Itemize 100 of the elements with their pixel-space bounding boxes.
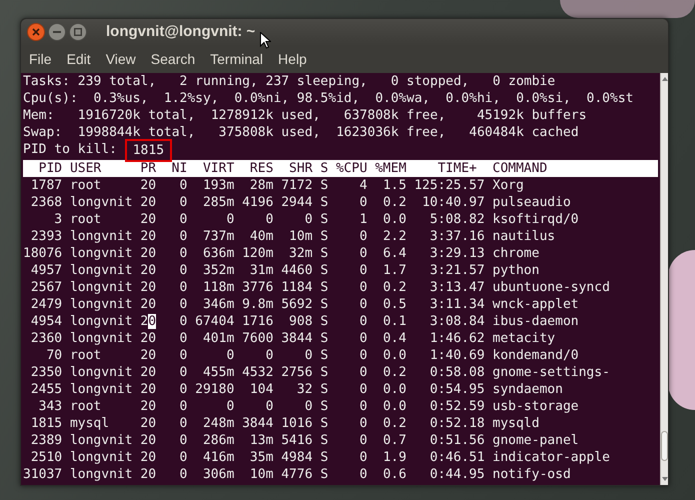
table-cell-text: S	[319, 177, 328, 194]
table-cell-text: 0:44.95	[428, 466, 485, 483]
table-cell-text: 416m	[202, 449, 234, 466]
column-header: RES	[248, 160, 274, 177]
table-cell-text: 0	[225, 398, 234, 415]
maximize-icon	[74, 28, 82, 36]
menu-item[interactable]: File	[25, 48, 56, 70]
table-cell-text: longvnit	[68, 262, 133, 279]
table-cell-text: 0	[178, 364, 188, 381]
summary-line: Mem: 1916720k total, 1278912k used, 637808k free, 45192k buffers	[23, 107, 587, 124]
table-cell-text: 4984	[280, 449, 313, 466]
table-cell-text: 0	[358, 194, 368, 211]
table-cell-text: 20	[139, 211, 156, 228]
table-cell-text: 455m	[202, 364, 234, 381]
table-cell-text: 20	[139, 398, 156, 415]
table-cell-text: 70	[45, 347, 62, 364]
table-cell-text: 0	[178, 347, 188, 364]
table-cell-text: 13m	[248, 432, 274, 449]
table-cell-text: 1.7	[382, 262, 406, 279]
table-cell-text: longvnit	[68, 313, 133, 330]
table-cell-text: notify-osd	[492, 466, 572, 483]
column-header: PID	[38, 160, 62, 177]
table-cell-text: 0	[304, 398, 313, 415]
scrollbar[interactable]	[660, 73, 668, 485]
table-cell-text: 3:13.47	[428, 279, 485, 296]
table-cell-text: 0.0	[382, 347, 406, 364]
table-cell-text: S	[319, 449, 328, 466]
table-cell-text: longvnit	[68, 330, 133, 347]
table-cell-text: S	[319, 279, 328, 296]
table-cell-text: 0	[178, 449, 188, 466]
table-cell-text: 20	[139, 347, 156, 364]
table-cell-text: 1:46.62	[428, 330, 485, 347]
table-cell-text: Xorg	[492, 177, 525, 194]
table-cell-text: 0:52.59	[428, 398, 485, 415]
table-cell-text: 2510	[30, 449, 62, 466]
table-cell-text: 3:29.13	[428, 245, 485, 262]
table-cell-text: 3844	[280, 330, 313, 347]
menu-item[interactable]: Edit	[62, 48, 95, 70]
table-cell-text: 0	[178, 245, 188, 262]
table-cell-text: 0	[358, 466, 368, 483]
table-cell-text: S	[319, 194, 328, 211]
table-cell-text: longvnit	[68, 245, 133, 262]
table-cell-text: S	[319, 415, 328, 432]
maximize-button[interactable]	[69, 23, 87, 41]
column-header: TIME+	[436, 160, 478, 177]
table-cell-text: 32	[296, 381, 313, 398]
menu-item[interactable]: Terminal	[206, 48, 268, 70]
table-cell-text: 0	[178, 177, 188, 194]
table-cell-text: longvnit	[68, 228, 133, 245]
table-cell-text: ibus-daemon	[492, 313, 580, 330]
table-cell-text: 248m	[202, 415, 234, 432]
table-cell-text: 0	[178, 211, 188, 228]
table-cell-text: 118m	[202, 279, 234, 296]
table-cell-text: 5:08.82	[428, 211, 485, 228]
table-cell-text: 401m	[202, 330, 234, 347]
table-cell-text: 20	[139, 245, 156, 262]
table-cell-text: S	[319, 466, 328, 483]
menu-item[interactable]: Help	[274, 48, 311, 70]
table-cell-text: 306m	[202, 466, 234, 483]
scroll-down-icon	[662, 477, 668, 481]
table-cell-text: ubuntuone-syncd	[492, 279, 611, 296]
table-cell-text: 0	[264, 398, 274, 415]
table-cell-text: 0	[178, 415, 188, 432]
table-cell-text: 20	[139, 279, 156, 296]
table-cell-text: 20	[139, 177, 156, 194]
table-cell-text: 1787	[30, 177, 62, 194]
table-cell-text: 2944	[280, 194, 313, 211]
menu-item[interactable]: View	[102, 48, 140, 70]
table-cell-text: S	[319, 262, 328, 279]
close-button[interactable]	[27, 23, 45, 41]
table-cell-text: longvnit	[68, 194, 133, 211]
table-cell-text: 0.0	[382, 211, 406, 228]
table-cell-text: chrome	[492, 245, 540, 262]
minimize-button[interactable]	[48, 23, 66, 41]
table-cell-text: 4957	[30, 262, 62, 279]
minimize-icon	[53, 31, 61, 33]
table-cell-text: 7172	[280, 177, 313, 194]
table-cell-text: 20	[139, 194, 156, 211]
table-cell-text: 31m	[248, 262, 274, 279]
table-cell-text: 0.4	[382, 330, 406, 347]
table-cell-text: 35m	[248, 449, 274, 466]
table-cell-text: 4776	[280, 466, 313, 483]
table-cell-text: 2393	[30, 228, 62, 245]
menu-item[interactable]: Search	[146, 48, 200, 70]
column-header: SHR	[288, 160, 313, 177]
table-cell-text: 0	[178, 228, 188, 245]
table-cell-text: root	[68, 347, 102, 364]
prompt-input[interactable]: 1815	[124, 139, 172, 162]
table-cell-text: 343	[38, 398, 62, 415]
table-cell-text: root	[68, 211, 102, 228]
table-cell-text: 1716	[241, 313, 274, 330]
summary-line: Swap: 1998844k total, 375808k used, 1623036k free, 460484k cached	[23, 124, 579, 141]
scrollbar-thumb[interactable]	[661, 431, 668, 461]
table-cell-text: 0	[358, 228, 368, 245]
column-header: PR	[139, 160, 156, 177]
column-header: USER	[68, 160, 102, 177]
table-cell-text: 2350	[30, 364, 62, 381]
table-cell-text: 1	[358, 211, 368, 228]
table-cell-text: 1.9	[382, 449, 406, 466]
table-cell-text: S	[319, 347, 328, 364]
